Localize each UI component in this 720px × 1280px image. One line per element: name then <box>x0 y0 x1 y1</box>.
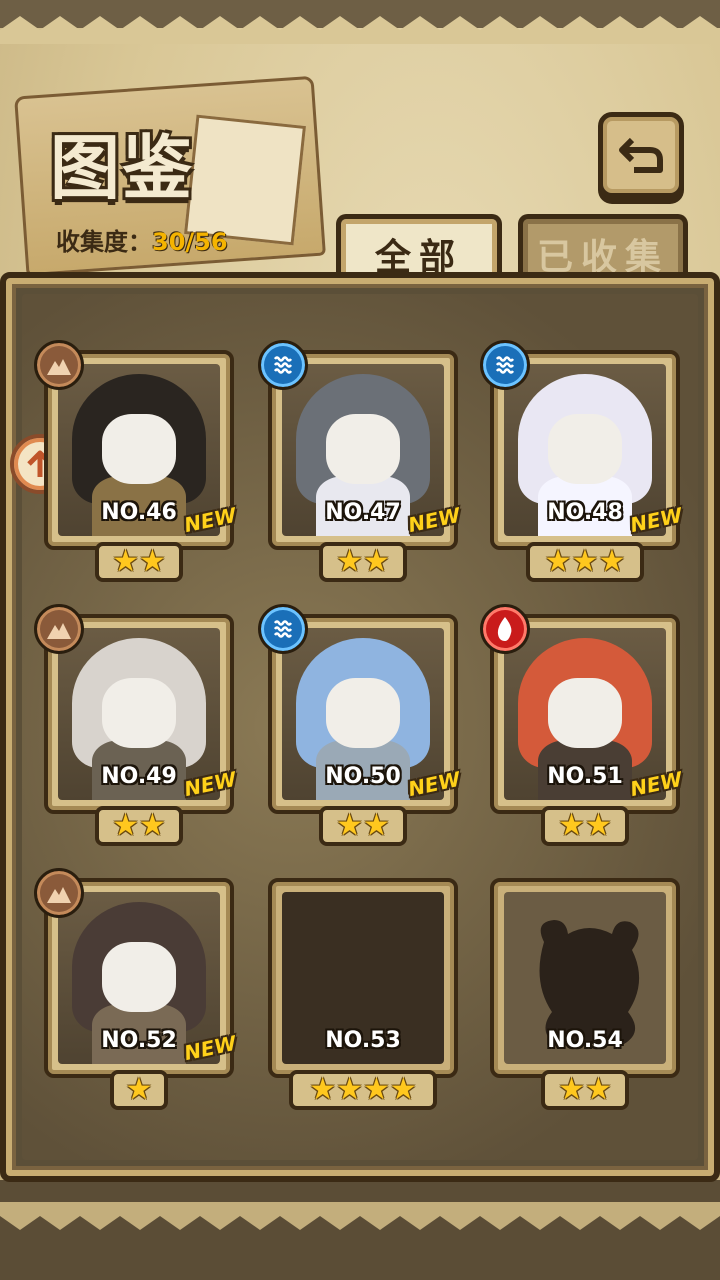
star-rating: ★ <box>110 1070 168 1110</box>
star-rating: ★ ★ <box>95 806 183 846</box>
star-icon: ★ <box>585 808 612 843</box>
star-icon: ★ <box>558 1072 585 1107</box>
star-rating: ★ ★ <box>319 542 407 582</box>
character-face <box>326 414 400 484</box>
collection-card[interactable]: NO.49 NEW ★ ★ <box>34 604 238 846</box>
collection-card[interactable]: NO.48 NEW ★ ★ ★ <box>480 340 684 582</box>
star-icon: ★ <box>336 544 363 579</box>
collection-card[interactable]: NO.53 ★ ★ ★ ★ <box>268 878 458 1110</box>
collection-card[interactable]: NO.46 NEW ★ ★ <box>34 340 238 582</box>
star-rating: ★ ★ ★ <box>526 542 644 582</box>
star-icon: ★ <box>139 544 166 579</box>
collection-card[interactable]: NO.51 NEW ★ ★ <box>480 604 684 846</box>
star-icon: ★ <box>389 1072 417 1107</box>
star-icon: ★ <box>598 544 626 579</box>
collection-value: 30/56 <box>152 228 228 256</box>
fire-element-icon <box>480 604 530 654</box>
return-arrow-icon <box>619 137 663 173</box>
star-icon: ★ <box>336 1072 363 1107</box>
star-icon: ★ <box>125 1072 153 1107</box>
star-rating: ★ ★ <box>541 806 629 846</box>
bottom-edge <box>0 1180 720 1280</box>
character-face <box>326 678 400 748</box>
collection-label: 收集度： <box>56 228 152 256</box>
earth-element-icon <box>34 604 84 654</box>
character-face <box>548 414 622 484</box>
star-icon: ★ <box>336 808 363 843</box>
character-face <box>102 678 176 748</box>
collection-card[interactable]: NO.54 ★ ★ <box>490 878 680 1110</box>
star-icon: ★ <box>309 1072 337 1107</box>
earth-element-icon <box>34 340 84 390</box>
earth-element-icon <box>34 868 84 918</box>
star-rating: ★ ★ <box>541 1070 629 1110</box>
page-title: 图鉴 <box>50 127 194 209</box>
water-element-icon <box>258 340 308 390</box>
card-number: NO.54 <box>547 1028 623 1053</box>
back-button[interactable] <box>598 112 684 198</box>
star-icon: ★ <box>585 1072 612 1107</box>
collection-progress: 收集度：30/56 <box>56 222 228 257</box>
star-rating: ★ ★ ★ ★ <box>289 1070 437 1110</box>
star-icon: ★ <box>112 808 139 843</box>
star-rating: ★ ★ <box>95 542 183 582</box>
star-icon: ★ <box>571 544 599 579</box>
star-icon: ★ <box>544 544 572 579</box>
water-element-icon <box>258 604 308 654</box>
collection-card[interactable]: NO.47 NEW ★ ★ <box>258 340 462 582</box>
collection-card[interactable]: NO.52 NEW ★ <box>34 868 238 1110</box>
star-icon: ★ <box>363 808 390 843</box>
card-number: NO.53 <box>325 1028 401 1053</box>
torn-edge-bottom <box>0 1202 720 1230</box>
water-element-icon <box>480 340 530 390</box>
star-icon: ★ <box>363 1072 390 1107</box>
star-icon: ★ <box>363 544 390 579</box>
character-face <box>102 414 176 484</box>
star-icon: ★ <box>112 544 139 579</box>
torn-edge-top <box>0 16 720 44</box>
character-face <box>548 678 622 748</box>
collection-card[interactable]: NO.50 NEW ★ ★ <box>258 604 462 846</box>
star-rating: ★ ★ <box>319 806 407 846</box>
star-icon: ★ <box>558 808 585 843</box>
character-face <box>102 942 176 1012</box>
star-icon: ★ <box>139 808 166 843</box>
